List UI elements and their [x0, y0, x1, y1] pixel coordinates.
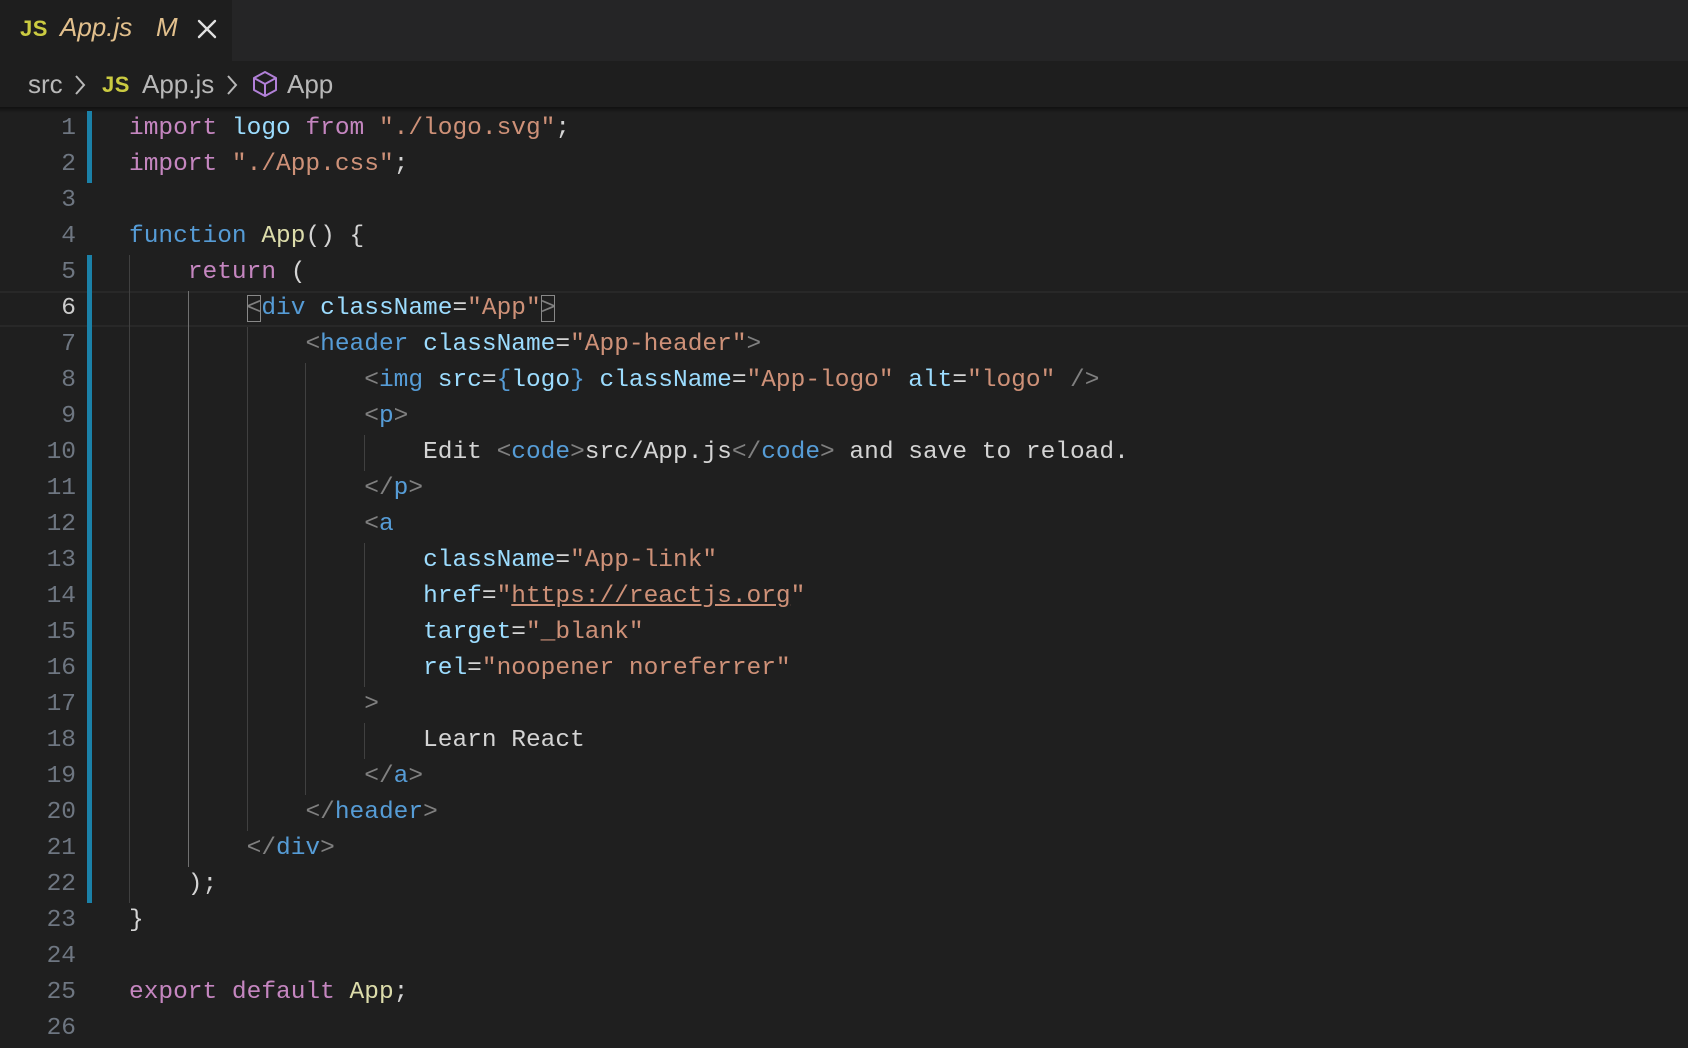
chevron-right-icon	[227, 75, 238, 95]
indent-guide	[129, 255, 130, 903]
line-number: 15	[46, 619, 76, 646]
code-line[interactable]: 6 <div className="App">	[0, 291, 1688, 327]
line-number: 23	[46, 907, 76, 934]
code-text: <img src={logo} className="App-logo" alt…	[364, 367, 1100, 394]
code-text: target="_blank"	[423, 619, 644, 646]
line-number: 22	[46, 871, 76, 898]
code-text: </header>	[305, 799, 438, 826]
code-line[interactable]: 5 return (	[0, 255, 1688, 291]
modified-indicator: M	[156, 12, 178, 42]
code-text: <p>	[364, 403, 409, 430]
indent-guide	[305, 363, 307, 795]
code-line[interactable]: 9 <p>	[0, 399, 1688, 435]
line-number: 4	[61, 223, 76, 250]
symbol-method-icon	[253, 71, 277, 97]
code-text: import "./App.css";	[129, 151, 409, 178]
line-number: 9	[61, 403, 76, 430]
code-line[interactable]: 4 function App() {	[0, 219, 1688, 255]
code-text: import logo from "./logo.svg";	[129, 115, 571, 142]
code-line[interactable]: 3	[0, 183, 1688, 219]
breadcrumb-symbol[interactable]: App	[287, 69, 333, 100]
line-number: 24	[46, 943, 76, 970]
breadcrumb-file[interactable]: App.js	[142, 69, 214, 100]
code-line[interactable]: 11 </p>	[0, 471, 1688, 507]
code-text: export default App;	[129, 979, 409, 1006]
code-line[interactable]: 25 export default App;	[0, 975, 1688, 1011]
code-line[interactable]: 17 >	[0, 687, 1688, 723]
line-number: 5	[61, 259, 76, 286]
code-line[interactable]: 26	[0, 1011, 1688, 1047]
line-number: 19	[46, 763, 76, 790]
line-number: 3	[61, 187, 76, 214]
line-number: 1	[61, 115, 76, 142]
line-number: 13	[46, 547, 76, 574]
indent-guide	[187, 291, 189, 867]
code-text: >	[364, 691, 379, 718]
code-text: function App() {	[129, 223, 365, 250]
code-text: className="App-link"	[423, 547, 718, 574]
code-text: }	[129, 907, 144, 934]
breadcrumb: src JS App.js App	[0, 61, 1688, 107]
code-line[interactable]: 14 href="https://reactjs.org"	[0, 579, 1688, 615]
line-number: 12	[46, 511, 76, 538]
line-number: 25	[46, 979, 76, 1006]
indent-guide	[364, 543, 366, 687]
code-line[interactable]: 8 <img src={logo} className="App-logo" a…	[0, 363, 1688, 399]
code-line[interactable]: 12 <a	[0, 507, 1688, 543]
close-icon[interactable]	[194, 16, 220, 42]
indent-guide	[364, 723, 366, 759]
code-line[interactable]: 24	[0, 939, 1688, 975]
line-number: 17	[46, 691, 76, 718]
line-number: 7	[61, 331, 76, 358]
tab-app-js[interactable]: JS App.js M	[0, 0, 232, 61]
tab-title: App.js	[60, 12, 133, 42]
code-line[interactable]: 1 import logo from "./logo.svg";	[0, 111, 1688, 147]
javascript-file-icon: JS	[102, 72, 130, 97]
code-text: href="https://reactjs.org"	[423, 583, 806, 610]
code-line[interactable]: 7 <header className="App-header">	[0, 327, 1688, 363]
gutter-modified-marker[interactable]	[87, 255, 92, 903]
code-line[interactable]: 18 Learn React	[0, 723, 1688, 759]
code-line[interactable]: 2 import "./App.css";	[0, 147, 1688, 183]
code-line[interactable]: 23}	[0, 903, 1688, 939]
chevron-right-icon	[75, 75, 86, 95]
code-line[interactable]: 10 Edit <code>src/App.js</code> and save…	[0, 435, 1688, 471]
code-text: <a	[364, 511, 394, 538]
code-text: Edit <code>src/App.js</code> and save to…	[129, 439, 1129, 466]
line-number: 20	[46, 799, 76, 826]
code-text: Learn React	[129, 727, 585, 754]
code-line[interactable]: 20 </header>	[0, 795, 1688, 831]
line-number: 14	[46, 583, 76, 610]
line-number: 10	[46, 439, 76, 466]
line-number: 21	[46, 835, 76, 862]
line-number: 8	[61, 367, 76, 394]
line-number: 11	[46, 475, 76, 502]
code-line[interactable]: 13 className="App-link"	[0, 543, 1688, 579]
code-text: </a>	[364, 763, 424, 790]
line-number: 16	[46, 655, 76, 682]
code-line[interactable]: 22 );	[0, 867, 1688, 903]
line-number: 26	[46, 1015, 76, 1042]
code-text: rel="noopener noreferrer"	[423, 655, 791, 682]
code-text: <header className="App-header">	[305, 331, 762, 358]
code-line[interactable]: 19 </a>	[0, 759, 1688, 795]
code-line[interactable]: 21 </div>	[0, 831, 1688, 867]
code-text: <div className="App">	[246, 295, 556, 322]
javascript-file-icon: JS	[20, 16, 48, 41]
code-line[interactable]: 15 target="_blank"	[0, 615, 1688, 651]
breadcrumb-folder[interactable]: src	[28, 69, 63, 100]
tab-bar: JS App.js M	[0, 0, 1688, 61]
code-text: </p>	[364, 475, 424, 502]
code-line[interactable]: 16 rel="noopener noreferrer"	[0, 651, 1688, 687]
line-number: 18	[46, 727, 76, 754]
indent-guide	[246, 327, 248, 831]
indent-guide	[364, 435, 366, 471]
code-text: </div>	[246, 835, 335, 862]
code-text: );	[129, 871, 218, 898]
gutter-modified-marker[interactable]	[87, 111, 92, 183]
line-number: 2	[61, 151, 76, 178]
line-number: 6	[61, 295, 76, 322]
code-text: return (	[187, 259, 306, 286]
